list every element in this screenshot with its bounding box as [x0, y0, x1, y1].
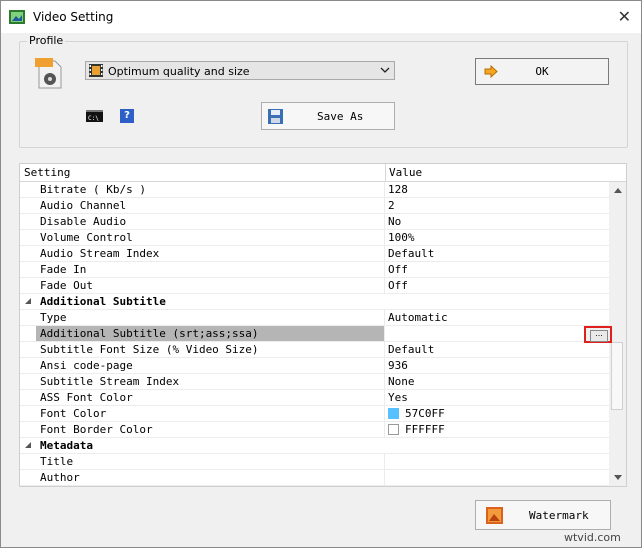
grid-row-type[interactable]: Type Automatic [20, 310, 609, 326]
grid-row-title[interactable]: Title [20, 454, 609, 470]
color-swatch [388, 424, 399, 435]
row-value: Automatic [388, 311, 448, 324]
row-name: Audio Channel [40, 199, 127, 212]
row-name: Font Border Color [40, 423, 153, 436]
row-value: None [388, 375, 415, 388]
grid-row-ansi-code-page[interactable]: Ansi code-page 936 [20, 358, 609, 374]
row-value: 57C0FF [388, 407, 445, 420]
mp4-file-icon [35, 58, 62, 89]
grid-row-disable-audio[interactable]: Disable Audio No [20, 214, 609, 230]
row-value: 2 [388, 199, 395, 212]
row-value: No [388, 215, 402, 228]
row-value: 128 [388, 183, 408, 196]
row-name: Subtitle Font Size (% Video Size) [40, 343, 259, 356]
site-watermark: wtvid.com [564, 531, 621, 544]
row-name: Author [40, 471, 80, 484]
grid-row-additional-subtitle[interactable]: Additional Subtitle (srt;ass;ssa) [20, 326, 609, 342]
settings-grid: Setting Value Bitrate ( Kb/s ) 128 Audio … [19, 163, 627, 487]
grid-row-volume-control[interactable]: Volume Control 100% [20, 230, 609, 246]
row-name: Type [40, 311, 67, 324]
row-value: Off [388, 279, 408, 292]
ok-button[interactable]: OK [475, 58, 609, 85]
header-separator [385, 164, 386, 181]
grid-row-ass-font-color[interactable]: ASS Font Color Yes [20, 390, 609, 406]
grid-row-font-color[interactable]: Font Color 57C0FF [20, 406, 609, 422]
grid-row-author[interactable]: Author [20, 470, 609, 486]
window-title: Video Setting [33, 10, 114, 24]
grid-row-fade-out[interactable]: Fade Out Off [20, 278, 609, 294]
grid-header: Setting Value [20, 164, 626, 182]
row-name: Title [40, 455, 74, 468]
row-value: Default [388, 247, 435, 260]
row-name: Ansi code-page [40, 359, 133, 372]
grid-row-fade-in[interactable]: Fade In Off [20, 262, 609, 278]
film-icon [89, 64, 103, 77]
grid-row-bitrate[interactable]: Bitrate ( Kb/s ) 128 [20, 182, 609, 198]
category-label: Metadata [40, 439, 93, 452]
chevron-down-icon [380, 67, 390, 73]
row-value: Default [388, 343, 435, 356]
ok-label: OK [535, 65, 549, 78]
grid-rows: Bitrate ( Kb/s ) 128 Audio Channel 2 Disab… [20, 182, 609, 486]
profile-dropdown[interactable]: Optimum quality and size [85, 61, 395, 80]
scroll-up-icon[interactable] [613, 186, 623, 194]
watermark-button[interactable]: Watermark [475, 500, 611, 530]
row-name: Disable Audio [40, 215, 127, 228]
app-icon [9, 10, 25, 24]
row-name: Fade In [40, 263, 87, 276]
color-swatch [388, 408, 399, 419]
video-setting-window: Video Setting ✕ Profile Optimum quality … [0, 0, 642, 548]
header-setting: Setting [24, 166, 71, 179]
save-as-label: Save As [317, 110, 364, 123]
help-icon[interactable]: ? [120, 109, 134, 123]
color-hex: FFFFFF [405, 423, 445, 436]
row-name: Bitrate ( Kb/s ) [40, 183, 146, 196]
category-label: Additional Subtitle [40, 295, 166, 308]
row-name: Audio Stream Index [40, 247, 160, 260]
profile-selected-value: Optimum quality and size [108, 65, 250, 78]
scrollbar-thumb[interactable] [611, 342, 623, 410]
grid-row-font-border-color[interactable]: Font Border Color FFFFFF [20, 422, 609, 438]
grid-row-subtitle-font-size[interactable]: Subtitle Font Size (% Video Size) Default [20, 342, 609, 358]
save-as-button[interactable]: Save As [261, 102, 395, 130]
grid-row-audio-channel[interactable]: Audio Channel 2 [20, 198, 609, 214]
category-additional-subtitle[interactable]: Additional Subtitle [20, 294, 609, 310]
grid-row-audio-stream-index[interactable]: Audio Stream Index Default [20, 246, 609, 262]
command-prompt-icon[interactable]: C:\ [86, 110, 103, 122]
row-name: Fade Out [40, 279, 93, 292]
row-name: Font Color [40, 407, 107, 420]
row-name: Subtitle Stream Index [40, 375, 180, 388]
category-metadata[interactable]: Metadata [20, 438, 609, 454]
ellipsis-icon: ... [590, 330, 608, 342]
floppy-disk-icon [268, 109, 283, 124]
watermark-image-icon [486, 507, 503, 524]
row-value: FFFFFF [388, 423, 445, 436]
row-name: Additional Subtitle (srt;ass;ssa) [36, 326, 384, 341]
watermark-label: Watermark [529, 509, 589, 522]
header-value: Value [389, 166, 423, 179]
color-hex: 57C0FF [405, 407, 445, 420]
row-value: 936 [388, 359, 408, 372]
grid-row-subtitle-stream-index[interactable]: Subtitle Stream Index None [20, 374, 609, 390]
collapse-triangle-icon[interactable] [24, 295, 34, 307]
row-name: ASS Font Color [40, 391, 133, 404]
scroll-down-icon[interactable] [613, 474, 623, 482]
row-value: Off [388, 263, 408, 276]
row-name: Volume Control [40, 231, 133, 244]
title-bar: Video Setting ✕ [1, 1, 641, 33]
profile-label: Profile [27, 34, 66, 47]
collapse-triangle-icon[interactable] [24, 439, 34, 451]
svg-text:C:\: C:\ [88, 115, 99, 122]
browse-subtitle-button[interactable]: ... [584, 326, 612, 343]
row-value: Yes [388, 391, 408, 404]
row-value: 100% [388, 231, 415, 244]
close-icon[interactable]: ✕ [618, 7, 631, 26]
